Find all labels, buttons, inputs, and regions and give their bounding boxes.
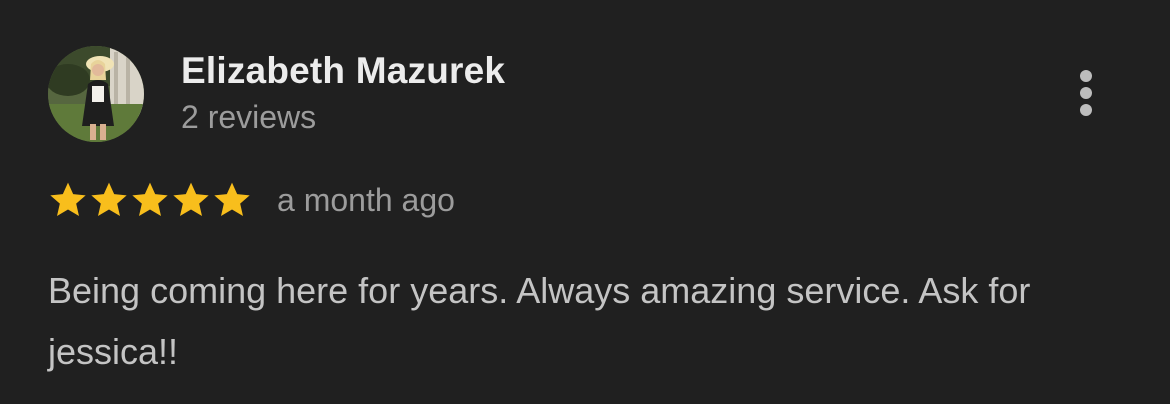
star-icon xyxy=(50,182,86,216)
author-review-count: 2 reviews xyxy=(181,99,317,135)
review-date: a month ago xyxy=(277,181,455,218)
more-vert-icon-dot xyxy=(1080,104,1092,116)
star-icon xyxy=(91,182,127,216)
star-icon xyxy=(132,182,168,216)
rating-row: a month ago xyxy=(48,178,455,222)
more-options-button[interactable] xyxy=(1062,62,1110,124)
author-name[interactable]: Elizabeth Mazurek xyxy=(181,50,505,92)
star-rating xyxy=(48,180,252,220)
review-card: Elizabeth Mazurek 2 reviews a month ago … xyxy=(0,0,1170,404)
avatar-photo xyxy=(48,46,144,142)
star-icon xyxy=(173,182,209,216)
more-vert-icon-dot xyxy=(1080,87,1092,99)
author-avatar[interactable] xyxy=(48,46,144,142)
more-vert-icon xyxy=(1080,70,1092,82)
star-icon xyxy=(214,182,250,216)
review-text: Being coming here for years. Always amaz… xyxy=(48,270,1031,372)
